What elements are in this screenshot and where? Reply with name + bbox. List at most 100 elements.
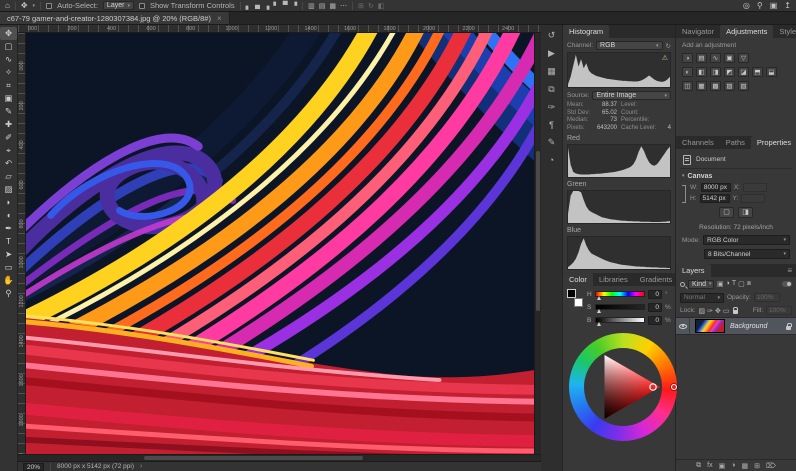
hue-saturation-icon[interactable]: ◐: [682, 67, 693, 77]
selective-color-icon[interactable]: ▧: [738, 81, 749, 91]
link-layers-icon[interactable]: ⧉: [696, 462, 701, 470]
color-mode-select[interactable]: RGB Color: [703, 235, 790, 245]
search-icon[interactable]: ⚲: [757, 1, 763, 10]
threshold-icon[interactable]: ▩: [710, 81, 721, 91]
color-swatches[interactable]: [567, 289, 583, 307]
tool-presets-icon[interactable]: ▦: [547, 66, 556, 77]
invert-icon[interactable]: ◫: [682, 81, 693, 91]
vertical-ruler[interactable]: 000200400600800100012001400160018002000: [18, 33, 26, 454]
tab-properties[interactable]: Properties: [751, 136, 796, 149]
background-color-swatch[interactable]: [574, 298, 583, 307]
eraser-tool[interactable]: ▱: [0, 170, 17, 183]
current-tool-icon[interactable]: ✥: [21, 1, 28, 11]
move-tool[interactable]: ✥: [0, 27, 17, 40]
tab-adjustments[interactable]: Adjustments: [720, 25, 773, 38]
tab-color[interactable]: Color: [563, 273, 593, 286]
share-icon[interactable]: ↥: [784, 1, 791, 10]
source-dropdown[interactable]: Entire Image: [592, 91, 671, 100]
layer-row-background[interactable]: Background: [676, 317, 796, 335]
black-white-icon[interactable]: ◨: [710, 67, 721, 77]
type-tool[interactable]: T: [0, 235, 17, 248]
align-left-icon[interactable]: ▖: [246, 2, 251, 10]
lock-artboard-icon[interactable]: ▭: [723, 307, 730, 315]
zoom-tool[interactable]: ⚲: [0, 287, 17, 300]
saturation-brightness-triangle[interactable]: [584, 348, 662, 426]
tab-navigator[interactable]: Navigator: [676, 25, 720, 38]
shape-tool[interactable]: ▭: [0, 261, 17, 274]
vertical-scrollbar-thumb[interactable]: [536, 151, 540, 311]
marquee-tool[interactable]: ▢: [0, 40, 17, 53]
add-mask-icon[interactable]: ▣: [719, 462, 726, 470]
layer-locked-icon[interactable]: [786, 326, 791, 330]
frame-tool[interactable]: ▣: [0, 92, 17, 105]
align-middle-icon[interactable]: ▀: [283, 2, 288, 9]
notes-icon[interactable]: ◔: [549, 155, 554, 165]
filter-smart-object-icon[interactable]: ⧈: [747, 280, 751, 288]
color-lookup-icon[interactable]: ⬒: [752, 67, 763, 77]
opacity-field[interactable]: 100%: [754, 293, 780, 302]
healing-brush-tool[interactable]: ✚: [0, 118, 17, 131]
pan-zoom-icon[interactable]: ◧: [378, 2, 385, 10]
brightness-contrast-icon[interactable]: ◑: [682, 53, 693, 63]
layer-thumbnail[interactable]: [695, 319, 725, 333]
pattern-icon[interactable]: ⬓: [766, 67, 777, 77]
dodge-tool[interactable]: ◖: [0, 209, 17, 222]
lock-transparency-icon[interactable]: ▨: [699, 307, 706, 315]
filter-shape-icon[interactable]: ▢: [738, 280, 745, 288]
layer-visibility-cell[interactable]: [676, 318, 690, 334]
history-brush-tool[interactable]: ↶: [0, 157, 17, 170]
brush-settings-icon[interactable]: ✑: [548, 102, 556, 113]
tab-histogram[interactable]: Histogram: [563, 25, 609, 38]
layer-name[interactable]: Background: [730, 323, 767, 330]
align-center-icon[interactable]: ▄: [255, 2, 260, 9]
trim-canvas-button[interactable]: ◨: [738, 207, 753, 218]
3d-mode-icon[interactable]: ⊞: [358, 2, 364, 10]
eye-icon[interactable]: [679, 324, 687, 329]
saturation-slider[interactable]: [595, 304, 645, 310]
character-icon[interactable]: ✎: [548, 137, 556, 148]
width-field[interactable]: 8000 px: [701, 183, 731, 192]
eyedropper-tool[interactable]: ✎: [0, 105, 17, 118]
close-tab-icon[interactable]: ×: [217, 14, 222, 23]
auto-select-checkbox[interactable]: [46, 3, 52, 9]
bit-depth-select[interactable]: 8 Bits/Channel: [704, 249, 790, 259]
align-bottom-icon[interactable]: ▝: [292, 2, 297, 10]
filter-pixel-icon[interactable]: ▣: [717, 280, 724, 288]
saturation-value-field[interactable]: 0: [648, 303, 662, 312]
levels-icon[interactable]: ▤: [696, 53, 707, 63]
fill-field[interactable]: 100%: [766, 306, 792, 315]
show-transform-checkbox[interactable]: [139, 3, 145, 9]
photo-filter-icon[interactable]: ◩: [724, 67, 735, 77]
horizontal-scrollbar-thumb[interactable]: [144, 456, 364, 460]
actions-icon[interactable]: ▶: [548, 48, 555, 59]
clone-stamp-tool[interactable]: ⌖: [0, 144, 17, 157]
tool-preset-caret-icon[interactable]: ▾: [33, 3, 36, 9]
distribute-spacing-icon[interactable]: ▦: [329, 2, 336, 10]
vertical-scrollbar[interactable]: [534, 33, 541, 454]
workspace-icon[interactable]: ▣: [770, 1, 778, 10]
tab-gradients[interactable]: Gradients: [634, 273, 679, 286]
horizontal-ruler[interactable]: 0002004006008001000120014001600180020002…: [18, 25, 541, 33]
hand-tool[interactable]: ✋: [0, 274, 17, 287]
refresh-histogram-icon[interactable]: ↻: [666, 42, 671, 50]
distribute-vertical-icon[interactable]: ▤: [319, 2, 326, 10]
horizontal-scrollbar[interactable]: [18, 454, 541, 461]
filter-kind-dropdown[interactable]: Kind: [688, 280, 714, 289]
brightness-slider[interactable]: [595, 317, 645, 323]
lock-pixels-icon[interactable]: ✑: [707, 307, 713, 315]
link-dimensions-icon[interactable]: [682, 185, 686, 203]
tab-libraries[interactable]: Libraries: [593, 273, 634, 286]
hue-value-field[interactable]: 0: [648, 290, 662, 299]
pen-tool[interactable]: ✒: [0, 222, 17, 235]
clone-source-icon[interactable]: ⧉: [548, 84, 554, 95]
hue-slider[interactable]: [595, 291, 645, 297]
blur-tool[interactable]: ◗: [0, 196, 17, 209]
color-wheel[interactable]: [567, 331, 671, 453]
new-layer-icon[interactable]: ⊞: [754, 462, 760, 470]
distribute-horizontal-icon[interactable]: ▥: [308, 2, 315, 10]
crop-tool[interactable]: ⌗: [0, 79, 17, 92]
align-options-icon[interactable]: ⋯: [340, 2, 347, 10]
align-top-icon[interactable]: ▘: [273, 2, 278, 10]
auto-select-target-dropdown[interactable]: Layer: [103, 1, 134, 10]
paragraph-icon[interactable]: ¶: [549, 120, 554, 130]
